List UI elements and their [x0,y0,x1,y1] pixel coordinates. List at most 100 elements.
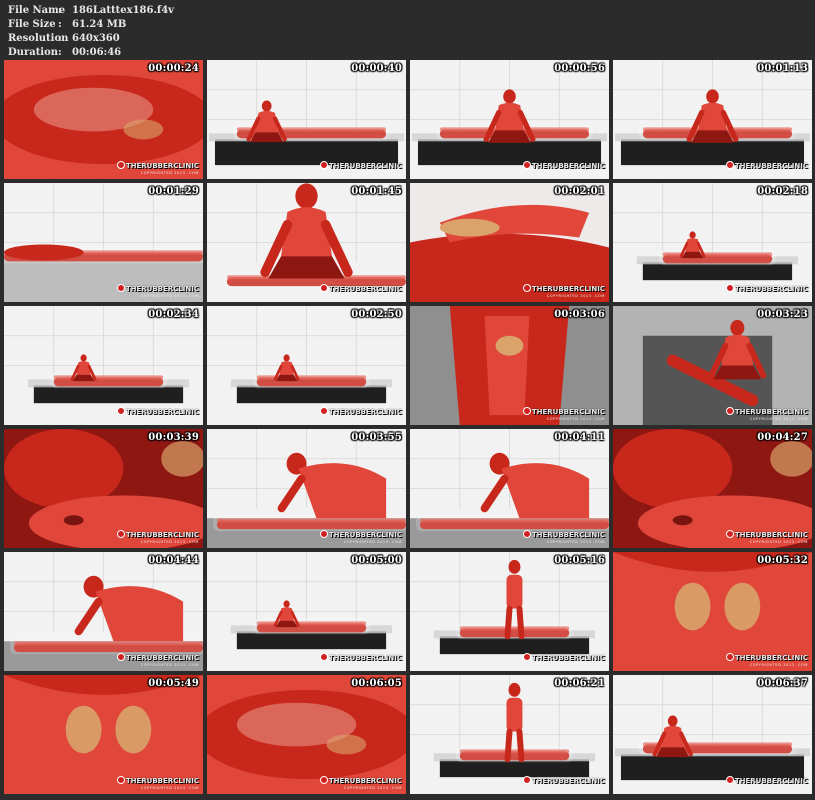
logo-icon [319,530,328,538]
watermark: THERUBBERCLINIC COPYRIGHTED 2013 .COM [725,653,808,669]
logo-icon [319,407,328,415]
watermark-brand-text: THERUBBERCLINIC [734,777,808,785]
thumbnail-frame[interactable]: 00:02:18 THERUBBERCLINIC COPYRIGHTED 201… [613,183,812,302]
logo-icon [725,161,734,169]
logo-icon [116,776,125,784]
frame-timestamp: 00:04:11 [554,432,605,443]
watermark-brand: THERUBBERCLINIC [725,284,808,293]
watermark-brand-text: THERUBBERCLINIC [125,654,199,662]
watermark-brand-text: THERUBBERCLINIC [531,285,605,293]
frame-timestamp: 00:03:39 [148,432,199,443]
thumbnail-frame[interactable]: 00:04:44 THERUBBERCLINIC COPYRIGHTED 201… [4,552,203,671]
watermark-brand: THERUBBERCLINIC [319,284,402,293]
watermark-copyright: COPYRIGHTED 2013 .COM [546,663,605,667]
watermark-brand: THERUBBERCLINIC [319,161,402,170]
watermark-copyright: COPYRIGHTED 2013 .COM [546,540,605,544]
frame-timestamp: 00:01:13 [757,63,808,74]
thumbnail-frame[interactable]: 00:02:50 THERUBBERCLINIC COPYRIGHTED 201… [207,306,406,425]
watermark-brand: THERUBBERCLINIC [116,653,199,662]
logo-icon [116,161,125,169]
logo-icon [522,776,531,784]
watermark: THERUBBERCLINIC COPYRIGHTED 2013 .COM [522,653,605,669]
watermark-brand-text: THERUBBERCLINIC [531,408,605,416]
separator: : [58,47,62,58]
watermark-brand: THERUBBERCLINIC [319,407,402,416]
thumbnail-grid: 00:00:24 THERUBBERCLINIC COPYRIGHTED 201… [4,60,812,794]
watermark-brand: THERUBBERCLINIC [522,284,605,293]
watermark-copyright: COPYRIGHTED 2013 .COM [343,294,402,298]
frame-timestamp: 00:06:05 [351,678,402,689]
watermark: THERUBBERCLINIC COPYRIGHTED 2013 .COM [522,161,605,177]
thumbnail-frame[interactable]: 00:00:40 THERUBBERCLINIC COPYRIGHTED 201… [207,60,406,179]
watermark-brand: THERUBBERCLINIC [319,653,402,662]
frame-timestamp: 00:00:40 [351,63,402,74]
file-name-row: File Name : 186Latttex186.f4v [8,4,174,18]
watermark-brand-text: THERUBBERCLINIC [125,408,199,416]
watermark-copyright: COPYRIGHTED 2013 .COM [546,786,605,790]
watermark-copyright: COPYRIGHTED 2013 .COM [749,540,808,544]
logo-icon [116,284,125,292]
watermark: THERUBBERCLINIC COPYRIGHTED 2013 .COM [319,161,402,177]
frame-timestamp: 00:01:45 [351,186,402,197]
frame-timestamp: 00:02:50 [351,309,402,320]
watermark-copyright: COPYRIGHTED 2013 .COM [546,294,605,298]
frame-timestamp: 00:01:29 [148,186,199,197]
watermark-brand-text: THERUBBERCLINIC [125,777,199,785]
watermark-copyright: COPYRIGHTED 2013 .COM [140,786,199,790]
watermark: THERUBBERCLINIC COPYRIGHTED 2013 .COM [319,530,402,546]
watermark-brand: THERUBBERCLINIC [116,407,199,416]
frame-timestamp: 00:00:24 [148,63,199,74]
thumbnail-frame[interactable]: 00:06:05 THERUBBERCLINIC COPYRIGHTED 201… [207,675,406,794]
thumbnail-frame[interactable]: 00:04:27 THERUBBERCLINIC COPYRIGHTED 201… [613,429,812,548]
watermark-brand: THERUBBERCLINIC [522,530,605,539]
watermark-brand: THERUBBERCLINIC [116,161,199,170]
thumbnail-frame[interactable]: 00:03:06 THERUBBERCLINIC COPYRIGHTED 201… [410,306,609,425]
thumbnail-frame[interactable]: 00:05:00 THERUBBERCLINIC COPYRIGHTED 201… [207,552,406,671]
thumbnail-frame[interactable]: 00:06:21 THERUBBERCLINIC COPYRIGHTED 201… [410,675,609,794]
watermark-copyright: COPYRIGHTED 2013 .COM [140,540,199,544]
frame-timestamp: 00:06:21 [554,678,605,689]
watermark-brand-text: THERUBBERCLINIC [734,408,808,416]
frame-timestamp: 00:06:37 [757,678,808,689]
thumbnail-frame[interactable]: 00:02:01 THERUBBERCLINIC COPYRIGHTED 201… [410,183,609,302]
watermark-copyright: COPYRIGHTED 2013 .COM [546,417,605,421]
frame-timestamp: 00:05:00 [351,555,402,566]
resolution-label: Resolution [8,33,69,44]
watermark-brand: THERUBBERCLINIC [725,530,808,539]
thumbnail-frame[interactable]: 00:04:11 THERUBBERCLINIC COPYRIGHTED 201… [410,429,609,548]
duration-label: Duration [8,47,59,58]
thumbnail-frame[interactable]: 00:05:49 THERUBBERCLINIC COPYRIGHTED 201… [4,675,203,794]
thumbnail-frame[interactable]: 00:01:29 THERUBBERCLINIC COPYRIGHTED 201… [4,183,203,302]
watermark-brand-text: THERUBBERCLINIC [734,531,808,539]
watermark-brand: THERUBBERCLINIC [319,776,402,785]
logo-icon [725,407,734,415]
watermark-brand-text: THERUBBERCLINIC [531,531,605,539]
watermark-copyright: COPYRIGHTED 2013 .COM [140,171,199,175]
thumbnail-frame[interactable]: 00:00:24 THERUBBERCLINIC COPYRIGHTED 201… [4,60,203,179]
watermark: THERUBBERCLINIC COPYRIGHTED 2013 .COM [319,776,402,792]
thumbnail-frame[interactable]: 00:03:23 THERUBBERCLINIC COPYRIGHTED 201… [613,306,812,425]
watermark-brand: THERUBBERCLINIC [116,284,199,293]
file-size-label: File Size [8,19,56,30]
thumbnail-frame[interactable]: 00:05:32 THERUBBERCLINIC COPYRIGHTED 201… [613,552,812,671]
watermark-brand-text: THERUBBERCLINIC [328,777,402,785]
frame-timestamp: 00:03:23 [757,309,808,320]
thumbnail-frame[interactable]: 00:03:39 THERUBBERCLINIC COPYRIGHTED 201… [4,429,203,548]
frame-timestamp: 00:04:27 [757,432,808,443]
frame-timestamp: 00:05:32 [757,555,808,566]
watermark-brand: THERUBBERCLINIC [725,407,808,416]
watermark: THERUBBERCLINIC COPYRIGHTED 2013 .COM [319,407,402,423]
thumbnail-frame[interactable]: 00:01:45 THERUBBERCLINIC COPYRIGHTED 201… [207,183,406,302]
resolution-row: Resolution : 640x360 [8,32,174,46]
watermark-brand-text: THERUBBERCLINIC [328,285,402,293]
thumbnail-frame[interactable]: 00:01:13 THERUBBERCLINIC COPYRIGHTED 201… [613,60,812,179]
watermark-brand: THERUBBERCLINIC [725,653,808,662]
thumbnail-frame[interactable]: 00:00:56 THERUBBERCLINIC COPYRIGHTED 201… [410,60,609,179]
thumbnail-frame[interactable]: 00:05:16 THERUBBERCLINIC COPYRIGHTED 201… [410,552,609,671]
watermark: THERUBBERCLINIC COPYRIGHTED 2013 .COM [319,284,402,300]
thumbnail-frame[interactable]: 00:06:37 THERUBBERCLINIC COPYRIGHTED 201… [613,675,812,794]
thumbnail-frame[interactable]: 00:03:55 THERUBBERCLINIC COPYRIGHTED 201… [207,429,406,548]
duration-row: Duration : 00:06:46 [8,46,174,60]
watermark: THERUBBERCLINIC COPYRIGHTED 2013 .COM [116,530,199,546]
thumbnail-frame[interactable]: 00:02:34 THERUBBERCLINIC COPYRIGHTED 201… [4,306,203,425]
